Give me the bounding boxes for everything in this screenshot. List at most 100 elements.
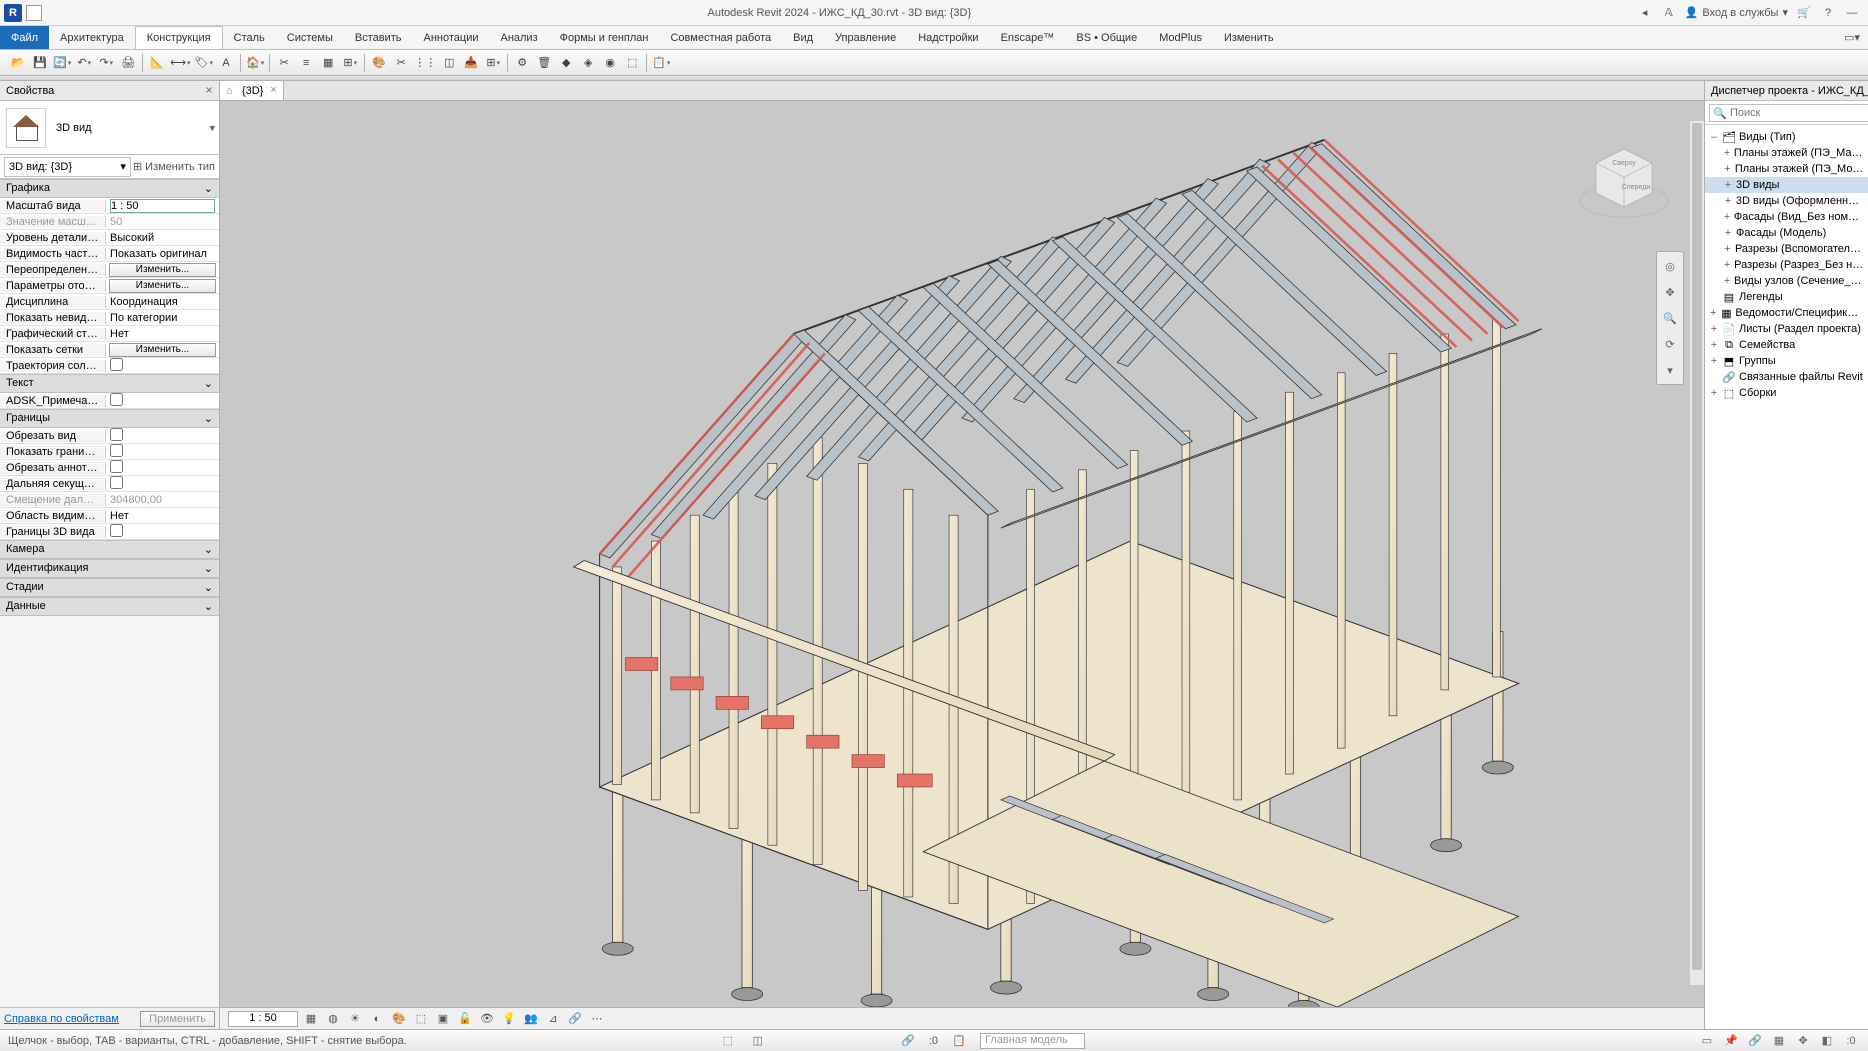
group-camera[interactable]: Камера⌄ <box>0 540 219 559</box>
shadows-icon[interactable]: ◐ <box>368 1010 386 1028</box>
type-selector[interactable]: 3D вид ▾ <box>0 101 219 155</box>
prop-cropreg-value[interactable] <box>106 444 219 460</box>
ribbon-tab-insert[interactable]: Вставить <box>344 26 413 49</box>
nav-more-icon[interactable]: ▾ <box>1660 360 1680 380</box>
properties-close-icon[interactable]: × <box>202 83 216 97</box>
tree-toggle-icon[interactable]: + <box>1723 259 1731 271</box>
tag-icon[interactable]: 🏷 <box>194 53 214 73</box>
pan-icon[interactable]: ✥ <box>1660 282 1680 302</box>
tree-item[interactable]: +Виды узлов (Сечение_Без номе <box>1705 273 1868 289</box>
prop-disp-button[interactable]: Изменить... <box>109 279 216 293</box>
ribbon-tab-view[interactable]: Вид <box>782 26 824 49</box>
sync-icon[interactable]: 🔄 <box>52 53 72 73</box>
reveal-icon[interactable]: 💡 <box>500 1010 518 1028</box>
prop-crop-value[interactable] <box>106 428 219 444</box>
instance-combobox[interactable]: 3D вид: {3D} ▾ <box>4 157 131 177</box>
view-scale-combo[interactable]: 1 : 50 <box>228 1011 298 1027</box>
ribbon-tab-enscape[interactable]: Enscape™ <box>990 26 1066 49</box>
tree-item[interactable]: –🗂Виды (Тип) <box>1705 129 1868 145</box>
tree-toggle-icon[interactable]: + <box>1709 339 1719 351</box>
full-nav-wheel-icon[interactable]: ◎ <box>1660 256 1680 276</box>
prop-discipline-value[interactable]: Координация <box>106 296 219 308</box>
tree-item[interactable]: +📄Листы (Раздел проекта) <box>1705 321 1868 337</box>
switch-windows-icon[interactable]: ⊞ <box>340 53 360 73</box>
ribbon-tab-addins[interactable]: Надстройки <box>907 26 989 49</box>
view-tab-close-icon[interactable]: × <box>267 84 279 96</box>
tree-toggle-icon[interactable]: + <box>1723 195 1733 207</box>
plugin2-icon[interactable]: ◈ <box>578 53 598 73</box>
crop-icon[interactable]: ⬚ <box>412 1010 430 1028</box>
tree-item[interactable]: ▤Легенды <box>1705 289 1868 305</box>
properties-apply-button[interactable]: Применить <box>140 1011 215 1027</box>
history-arrow-icon[interactable]: ◂ <box>1637 5 1653 21</box>
plugin1-icon[interactable]: ◆ <box>556 53 576 73</box>
prop-annocrop-value[interactable] <box>106 460 219 476</box>
minimize-window-icon[interactable]: — <box>1844 5 1860 21</box>
tree-toggle-icon[interactable]: + <box>1723 179 1733 191</box>
sb-select-icon[interactable]: ▭ <box>1698 1032 1716 1050</box>
ribbon-tab-structure[interactable]: Конструкция <box>135 26 223 49</box>
prop-secbox-value[interactable] <box>106 524 219 540</box>
properties-help-link[interactable]: Справка по свойствам <box>4 1013 119 1025</box>
view-tab-3d[interactable]: ⌂ {3D} × <box>220 81 284 100</box>
text-icon[interactable]: A <box>216 53 236 73</box>
tree-item[interactable]: +3D виды (Оформленный) <box>1705 193 1868 209</box>
tree-item[interactable]: +Планы этажей (ПЭ_Маркировоч <box>1705 145 1868 161</box>
sb-drag-icon[interactable]: ✥ <box>1794 1032 1812 1050</box>
tree-toggle-icon[interactable]: + <box>1709 323 1719 335</box>
tree-toggle-icon[interactable]: + <box>1723 243 1732 255</box>
prop-parts-value[interactable]: Показать оригинал <box>106 248 219 260</box>
array-icon[interactable]: ⋮⋮ <box>413 53 437 73</box>
ribbon-tab-analyze[interactable]: Анализ <box>489 26 548 49</box>
ribbon-tab-modify[interactable]: Изменить <box>1213 26 1285 49</box>
tree-item[interactable]: +3D виды <box>1705 177 1868 193</box>
detail-level-icon[interactable]: ▦ <box>302 1010 320 1028</box>
save-icon[interactable]: 💾 <box>30 53 50 73</box>
viewcube[interactable]: Сверху Спереди <box>1574 131 1674 231</box>
ribbon-tab-annotate[interactable]: Аннотации <box>413 26 490 49</box>
prop-vg-button[interactable]: Изменить... <box>109 263 216 277</box>
spot-icon[interactable]: ⚙ <box>512 53 532 73</box>
edit-type-button[interactable]: ⊞ Изменить тип <box>133 160 219 173</box>
prop-note-value[interactable] <box>106 393 219 409</box>
ribbon-tab-collaborate[interactable]: Совместная работа <box>659 26 782 49</box>
default-3d-icon[interactable]: 🏠 <box>245 53 265 73</box>
tree-item[interactable]: 🔗Связанные файлы Revit <box>1705 369 1868 385</box>
render-icon[interactable]: 🎨 <box>390 1010 408 1028</box>
sb-filter-icon[interactable]: :0 <box>1842 1032 1860 1050</box>
tree-toggle-icon[interactable]: + <box>1723 147 1731 159</box>
select-links-icon[interactable]: 🔗 <box>899 1032 917 1050</box>
prop-detail-value[interactable]: Высокий <box>106 232 219 244</box>
ribbon-tab-file[interactable]: Файл <box>0 26 49 49</box>
tree-toggle-icon[interactable]: + <box>1709 355 1719 367</box>
prop-grids-button[interactable]: Изменить... <box>109 343 216 357</box>
tree-item[interactable]: +Планы этажей (ПЭ_Модель) <box>1705 161 1868 177</box>
prop-scope-value[interactable]: Нет <box>106 510 219 522</box>
view-extra-icon[interactable]: ⋯ <box>588 1010 606 1028</box>
purge-icon[interactable]: 🗑 <box>534 53 554 73</box>
prop-gstyle-value[interactable]: Нет <box>106 328 219 340</box>
cart-icon[interactable]: 🛒 <box>1796 5 1812 21</box>
worksharing-icon[interactable]: 👥 <box>522 1010 540 1028</box>
analytical-icon[interactable]: ⊿ <box>544 1010 562 1028</box>
prop-sun-value[interactable] <box>106 358 219 374</box>
workset-icon[interactable]: ⬚ <box>719 1032 737 1050</box>
viewport-scrollbar-v[interactable] <box>1690 121 1704 985</box>
tree-item[interactable]: +⬒Группы <box>1705 353 1868 369</box>
ribbon-tab-bs[interactable]: BS • Общие <box>1065 26 1148 49</box>
signin-button[interactable]: 👤 Вход в службы ▾ <box>1685 6 1788 19</box>
plugin4-icon[interactable]: ⬚ <box>622 53 642 73</box>
ribbon-panel-icon[interactable]: ▭▾ <box>1844 30 1860 46</box>
ribbon-tab-manage[interactable]: Управление <box>824 26 907 49</box>
undo-icon[interactable]: ↶ <box>74 53 94 73</box>
print-icon[interactable]: 🖨 <box>118 53 138 73</box>
tree-item[interactable]: +Разрезы (Вспомогательный) <box>1705 241 1868 257</box>
ribbon-tab-steel[interactable]: Сталь <box>223 26 276 49</box>
ribbon-tab-massing[interactable]: Формы и генплан <box>549 26 660 49</box>
tree-toggle-icon[interactable]: + <box>1723 211 1731 223</box>
ribbon-tab-architecture[interactable]: Архитектура <box>49 26 135 49</box>
sb-pin-icon[interactable]: 📌 <box>1722 1032 1740 1050</box>
paint-icon[interactable]: 🎨 <box>369 53 389 73</box>
group-extents[interactable]: Границы⌄ <box>0 409 219 428</box>
ribbon-tab-modplus[interactable]: ModPlus <box>1148 26 1213 49</box>
